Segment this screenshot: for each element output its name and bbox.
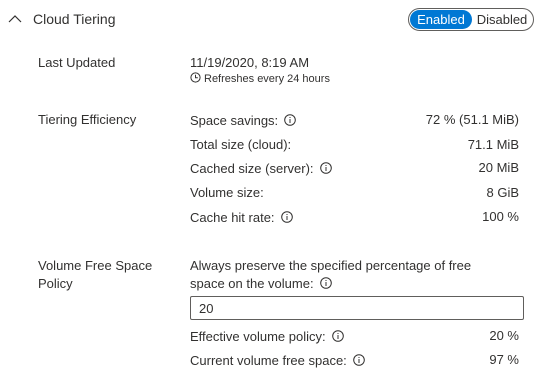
info-icon[interactable]: [331, 330, 344, 342]
current-volume-free-space-label: Current volume free space:: [190, 353, 347, 368]
volume-size-value: 8 GiB: [486, 185, 519, 200]
info-icon[interactable]: [284, 114, 296, 126]
enabled-option[interactable]: Enabled: [410, 10, 472, 29]
info-icon[interactable]: [280, 211, 293, 223]
last-updated-value: 11/19/2020, 8:19 AM: [190, 55, 310, 70]
info-icon[interactable]: [319, 162, 332, 174]
policy-description-line1: Always preserve the specified percentage…: [190, 258, 472, 273]
disabled-option[interactable]: Disabled: [472, 10, 532, 29]
clock-icon: [190, 72, 204, 86]
volume-free-space-label-line1: Volume Free Space: [38, 258, 153, 273]
cached-size-value: 20 MiB: [478, 160, 519, 175]
space-savings-label: Space savings:: [190, 113, 279, 128]
current-volume-free-space-value: 97 %: [489, 352, 519, 367]
volume-size-label: Volume size:: [190, 185, 264, 200]
tiering-efficiency-label: Tiering Efficiency: [38, 112, 137, 127]
volume-free-space-label-line2: Policy: [38, 276, 73, 291]
space-savings-value: 72 % (51.1 MiB): [425, 112, 519, 127]
cached-size-label: Cached size (server):: [190, 161, 314, 176]
free-space-percentage-input[interactable]: [190, 296, 524, 320]
info-icon[interactable]: [352, 354, 365, 366]
tiering-toggle[interactable]: Enabled Disabled: [408, 8, 534, 31]
last-updated-label: Last Updated: [38, 55, 116, 70]
cache-hit-rate-value: 100 %: [482, 209, 519, 224]
effective-volume-policy-label: Effective volume policy:: [190, 329, 326, 344]
chevron-up-icon[interactable]: [6, 10, 24, 28]
refresh-note: Refreshes every 24 hours: [190, 72, 330, 86]
total-size-label: Total size (cloud):: [190, 137, 292, 152]
info-icon[interactable]: [319, 277, 332, 289]
policy-description-line2: space on the volume:: [190, 276, 314, 291]
total-size-value: 71.1 MiB: [467, 137, 519, 152]
cache-hit-rate-label: Cache hit rate:: [190, 210, 275, 225]
section-title: Cloud Tiering: [33, 11, 116, 27]
cloud-tiering-header: Cloud Tiering Enabled Disabled: [0, 0, 553, 38]
effective-volume-policy-value: 20 %: [489, 328, 519, 343]
refresh-note-text: Refreshes every 24 hours: [204, 73, 330, 85]
